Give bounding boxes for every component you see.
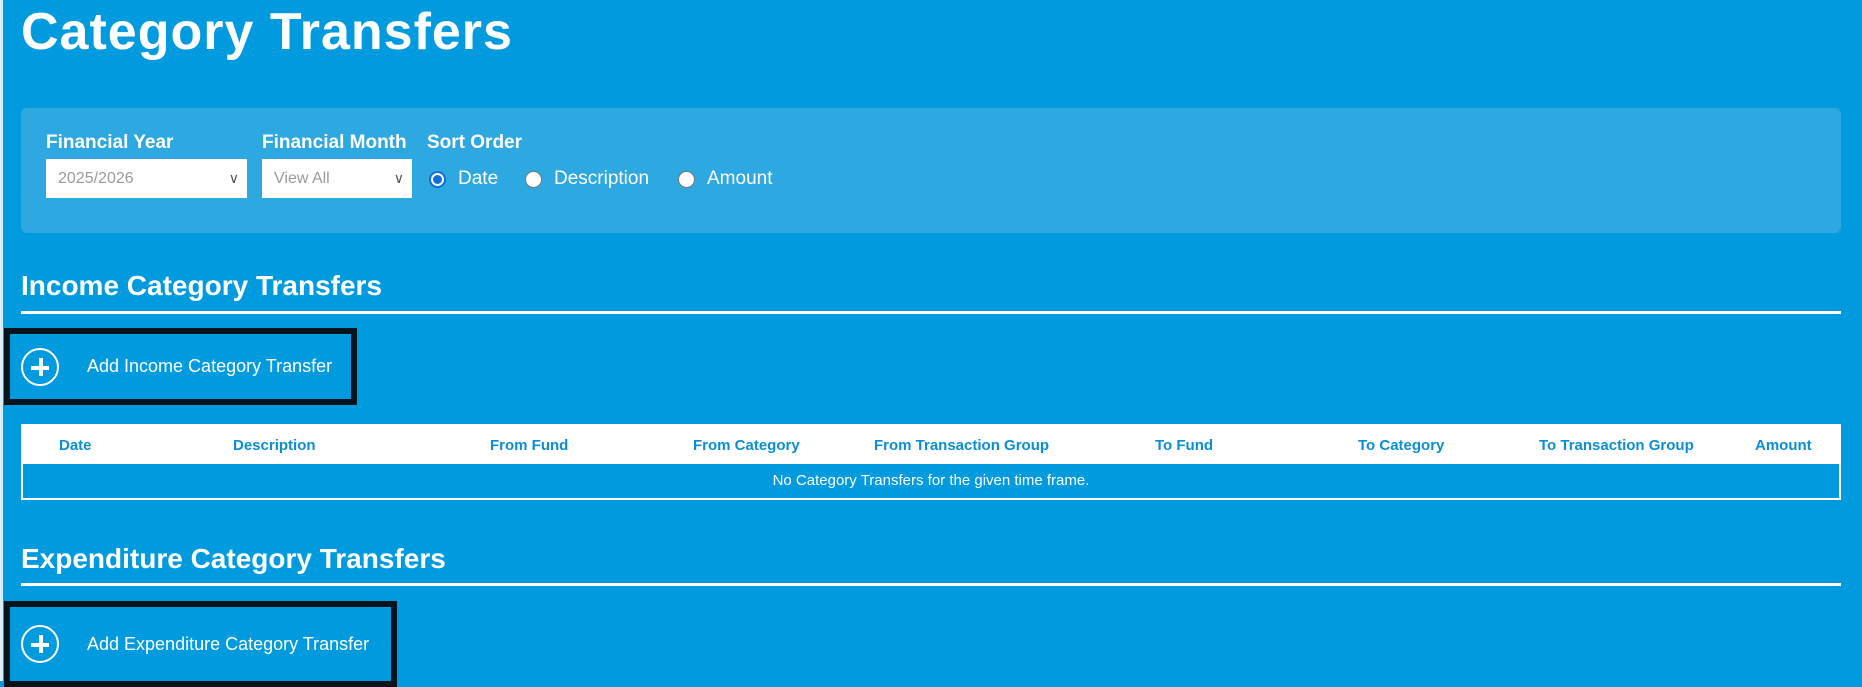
financial-year-select[interactable]: 2025/2026 ∨: [46, 159, 247, 198]
col-date[interactable]: Date: [59, 437, 92, 454]
radio-selected-icon: [429, 170, 446, 188]
col-to-fund[interactable]: To Fund: [1155, 437, 1213, 454]
button-label: Add Income Category Transfer: [87, 356, 333, 376]
income-transfers-table: Date Description From Fund From Category…: [21, 424, 1841, 500]
radio-label: Date: [458, 168, 499, 189]
sort-radio-amount[interactable]: Amount: [678, 168, 772, 190]
divider: [21, 583, 1841, 586]
radio-label: Description: [554, 168, 650, 189]
col-to-transaction-group[interactable]: To Transaction Group: [1539, 437, 1694, 454]
button-label: Add Expenditure Category Transfer: [87, 633, 370, 654]
sort-radio-date[interactable]: Date: [429, 168, 498, 190]
col-from-transaction-group[interactable]: From Transaction Group: [874, 437, 1049, 454]
col-amount[interactable]: Amount: [1755, 437, 1812, 454]
col-to-category[interactable]: To Category: [1358, 437, 1444, 454]
plus-circle-icon: [21, 625, 59, 663]
add-income-transfer-button[interactable]: Add Income Category Transfer: [4, 328, 357, 405]
chevron-down-icon: ∨: [393, 170, 404, 186]
chevron-down-icon: ∨: [228, 170, 239, 186]
sort-radio-description[interactable]: Description: [525, 168, 649, 190]
divider: [21, 311, 1841, 314]
filter-panel: Financial Year 2025/2026 ∨ Financial Mon…: [21, 108, 1841, 233]
income-heading: Income Category Transfers: [21, 270, 383, 301]
financial-month-value: View All: [274, 170, 330, 187]
page-title: Category Transfers: [21, 3, 513, 61]
plus-circle-icon: [21, 347, 59, 386]
financial-month-label: Financial Month: [262, 132, 407, 153]
add-expenditure-transfer-button[interactable]: Add Expenditure Category Transfer: [4, 601, 397, 687]
radio-label: Amount: [707, 168, 773, 189]
col-from-category[interactable]: From Category: [693, 437, 800, 454]
col-from-fund[interactable]: From Fund: [490, 437, 568, 454]
financial-year-value: 2025/2026: [58, 170, 134, 187]
left-edge: [0, 0, 3, 681]
table-header: Date Description From Fund From Category…: [23, 426, 1839, 464]
financial-year-label: Financial Year: [46, 132, 174, 153]
radio-icon: [525, 170, 542, 188]
col-description[interactable]: Description: [233, 437, 316, 454]
sort-order-label: Sort Order: [427, 132, 523, 153]
expenditure-heading: Expenditure Category Transfers: [21, 543, 446, 574]
empty-message: No Category Transfers for the given time…: [772, 472, 1090, 489]
radio-icon: [678, 170, 695, 188]
financial-month-select[interactable]: View All ∨: [262, 159, 412, 198]
